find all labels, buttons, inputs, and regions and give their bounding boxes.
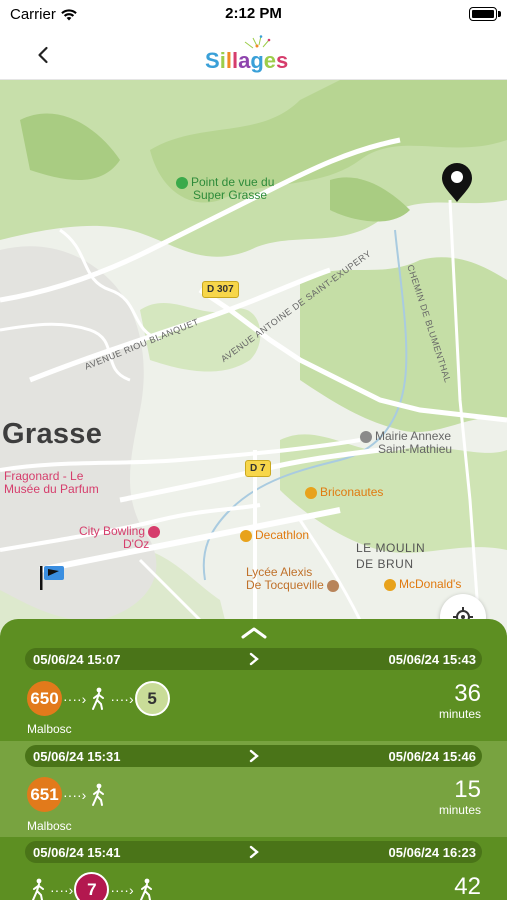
city-label: Grasse xyxy=(2,418,103,450)
chevron-right-icon xyxy=(249,652,259,666)
chevron-right-icon xyxy=(249,749,259,763)
departure-time: 05/06/24 15:07 xyxy=(33,652,121,667)
poi-fragonard[interactable]: Fragonard - Le Musée du Parfum xyxy=(4,470,99,496)
poi-decathlon[interactable]: Decathlon xyxy=(240,528,309,542)
trip-legs: 651 ····› xyxy=(27,777,109,812)
townhall-icon xyxy=(360,430,372,443)
departure-time: 05/06/24 15:31 xyxy=(33,749,121,764)
trip-option-2[interactable]: 05/06/24 15:31 05/06/24 15:46 651 ····› … xyxy=(0,741,507,837)
arrival-time: 05/06/24 16:23 xyxy=(388,845,476,860)
chevron-left-icon xyxy=(38,46,48,64)
clock: 2:12 PM xyxy=(225,5,282,22)
duration-unit: minutes xyxy=(438,707,481,721)
trip-duration: 15 minutes xyxy=(438,776,481,818)
district-label: LE MOULIN DE BRUN xyxy=(356,541,426,571)
poi-lycee[interactable]: Lycée Alexis De Tocqueville xyxy=(246,566,342,592)
departure-time: 05/06/24 15:41 xyxy=(33,845,121,860)
trip-legs: ····› 7 ····› xyxy=(27,872,157,900)
sheet-handle[interactable] xyxy=(240,625,268,641)
hiking-icon xyxy=(176,176,188,189)
connector-dots: ····› xyxy=(110,881,134,898)
connector-dots: ····› xyxy=(110,690,134,707)
trip-header: 05/06/24 15:07 05/06/24 15:43 xyxy=(25,648,482,670)
duration-value: 36 xyxy=(454,680,481,707)
line-badge-5: 5 xyxy=(134,681,170,716)
trip-legs: 650 ····› ····› 5 xyxy=(27,681,170,716)
stop-name: Malbosc xyxy=(27,819,72,833)
arrival-time: 05/06/24 15:43 xyxy=(388,652,476,667)
trip-results-sheet: 05/06/24 15:07 05/06/24 15:43 650 ····› … xyxy=(0,619,507,900)
road-badge-d7: D 7 xyxy=(245,460,271,477)
poi-point-de-vue[interactable]: Point de vue du Super Grasse xyxy=(176,176,274,202)
connector-dots: ····› xyxy=(63,690,87,707)
back-button[interactable] xyxy=(26,38,60,72)
trip-header: 05/06/24 15:31 05/06/24 15:46 xyxy=(25,745,482,767)
walk-icon xyxy=(92,783,105,806)
map-view[interactable]: Point de vue du Super Grasse D 307 D 7 A… xyxy=(0,80,507,640)
svg-text:Sillages: Sillages xyxy=(205,48,288,73)
trip-option-1[interactable]: 05/06/24 15:07 05/06/24 15:43 650 ····› … xyxy=(0,644,507,741)
trip-header: 05/06/24 15:41 05/06/24 16:23 xyxy=(25,841,482,863)
walk-icon xyxy=(92,687,105,710)
map-terrain xyxy=(0,80,507,640)
duration-unit: minutes xyxy=(438,803,481,817)
connector-dots: ····› xyxy=(63,786,87,803)
school-icon xyxy=(327,579,340,592)
chevron-up-icon xyxy=(241,627,267,639)
trip-duration: 42 xyxy=(454,875,481,899)
nav-bar: Sillages xyxy=(0,30,507,80)
walk-icon xyxy=(32,878,44,900)
battery-icon xyxy=(469,7,497,21)
line-badge-651: 651 xyxy=(27,777,62,812)
arrival-time: 05/06/24 15:46 xyxy=(388,749,476,764)
poi-mairie[interactable]: Mairie Annexe Saint-Mathieu xyxy=(360,430,452,456)
bowling-icon xyxy=(148,525,161,538)
shop-icon xyxy=(305,486,317,499)
connector-dots: ····› xyxy=(50,881,74,898)
battery-nub xyxy=(498,11,501,17)
stop-name: Malbosc xyxy=(27,722,72,736)
duration-value: 15 xyxy=(454,776,481,803)
shop-icon xyxy=(240,529,252,542)
line-badge-650: 650 xyxy=(27,681,62,716)
sillages-logo: Sillages xyxy=(195,34,315,76)
trip-duration: 36 minutes xyxy=(438,680,481,722)
walk-icon xyxy=(139,878,152,900)
chevron-right-icon xyxy=(249,845,259,859)
line-badge-7: 7 xyxy=(74,872,110,900)
status-bar: Carrier 2:12 PM xyxy=(0,0,507,30)
trip-option-3[interactable]: 05/06/24 15:41 05/06/24 16:23 ····› 7 ··… xyxy=(0,837,507,900)
road-badge-d307: D 307 xyxy=(202,281,239,298)
poi-bowling[interactable]: City Bowling D'Oz xyxy=(79,525,163,551)
duration-value: 42 xyxy=(454,873,481,900)
poi-mcdonalds[interactable]: McDonald's xyxy=(384,577,461,591)
restaurant-icon xyxy=(384,578,396,591)
poi-briconautes[interactable]: Briconautes xyxy=(305,485,383,499)
